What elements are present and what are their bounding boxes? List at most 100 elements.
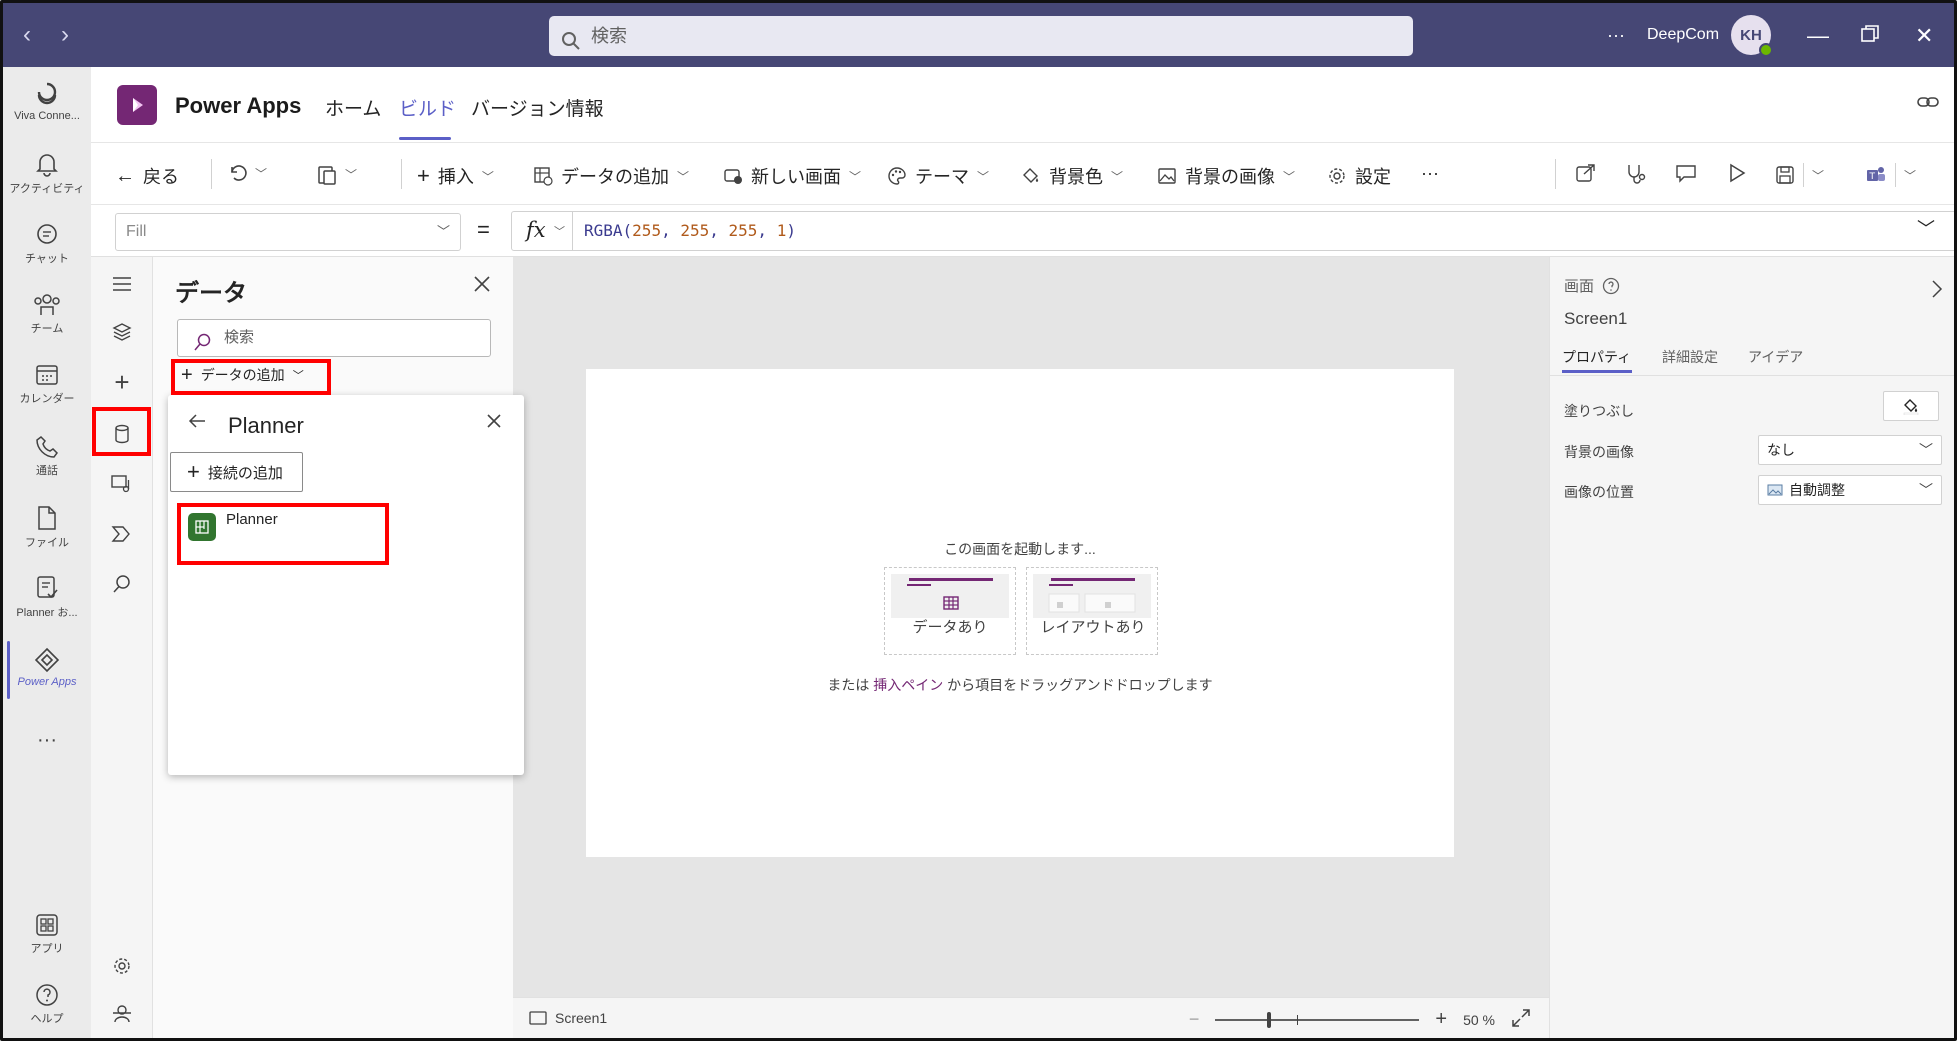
divider	[1555, 159, 1556, 189]
save-button[interactable]: ﹀	[1775, 163, 1824, 187]
arrow-left-icon: ←	[115, 164, 135, 187]
preview-play-icon[interactable]	[1727, 163, 1747, 183]
close-window-icon[interactable]: ✕	[1915, 23, 1933, 49]
org-name[interactable]: DeepCom	[1647, 3, 1719, 67]
paste-button[interactable]: ﹀	[317, 163, 357, 185]
screen-selector[interactable]: Screen1	[529, 1010, 607, 1026]
template-with-data[interactable]: データあり	[884, 567, 1016, 655]
chevron-down-icon[interactable]: ﹀	[554, 223, 565, 239]
zoom-slider-thumb[interactable]	[1267, 1011, 1272, 1028]
rail-item-planner[interactable]: Planner お...	[3, 575, 91, 620]
rail-item-apps[interactable]: アプリ	[3, 913, 91, 956]
rail-item-help[interactable]: ヘルプ	[3, 983, 91, 1026]
image-position-dropdown[interactable]: 自動調整 ﹀	[1758, 475, 1942, 505]
publish-dropdown-icon[interactable]: ﹀	[1904, 167, 1916, 184]
search-icon[interactable]	[109, 571, 135, 597]
global-search-input[interactable]: 検索	[549, 16, 1413, 56]
command-bar: ← 戻る ﹀ ﹀ + 挿入 ﹀ データの追加 ﹀ 新しい画面 ﹀ テーマ ﹀ 背景色	[91, 143, 1954, 205]
paste-dropdown-icon[interactable]: ﹀	[345, 166, 357, 183]
settings-button[interactable]: 設定	[1327, 163, 1391, 189]
screen-canvas[interactable]: この画面を起動します... データあり レイアウトあり または 挿入ペイン から…	[586, 369, 1454, 857]
palette-icon	[888, 167, 906, 185]
settings-gear-icon[interactable]	[109, 953, 135, 979]
svg-text:T: T	[1869, 172, 1876, 182]
restore-icon[interactable]	[1861, 23, 1879, 49]
undo-dropdown-icon[interactable]: ﹀	[255, 165, 267, 182]
link-icon[interactable]	[1917, 93, 1939, 115]
zoom-slider[interactable]	[1215, 1010, 1420, 1030]
formula-input[interactable]: fx ﹀ RGBA(255, 255, 255, 1)	[511, 211, 1954, 251]
background-color-button[interactable]: 背景色 ﹀	[1021, 163, 1123, 189]
rail-item-calendar[interactable]: カレンダー	[3, 363, 91, 406]
tab-home[interactable]: ホーム	[325, 94, 381, 121]
app-checker-icon[interactable]	[1625, 163, 1647, 185]
chevron-down-icon: ﹀	[1919, 482, 1933, 498]
rail-more-apps[interactable]: ···	[3, 729, 91, 752]
planner-connector-item[interactable]: Planner	[188, 511, 378, 551]
rail-item-chat[interactable]: チャット	[3, 223, 91, 266]
add-connection-button[interactable]: + 接続の追加	[170, 452, 303, 492]
insert-pane-link[interactable]: 挿入ペイン	[873, 677, 943, 693]
rail-item-files[interactable]: ファイル	[3, 505, 91, 550]
rail-item-power-apps[interactable]: Power Apps	[3, 641, 91, 699]
share-icon[interactable]	[1575, 163, 1597, 183]
zoom-out-button[interactable]: −	[1189, 1009, 1200, 1030]
undo-button[interactable]: ﹀	[227, 163, 267, 183]
fit-to-window-icon[interactable]	[1511, 1008, 1531, 1031]
tab-properties[interactable]: プロパティ	[1562, 347, 1631, 367]
tab-advanced[interactable]: 詳細設定	[1662, 347, 1718, 367]
rail-item-teams[interactable]: チーム	[3, 293, 91, 336]
data-cylinder-icon[interactable]	[109, 421, 135, 447]
image-position-label: 画像の位置	[1564, 484, 1634, 500]
template-with-layout[interactable]: レイアウトあり	[1026, 567, 1158, 655]
more-commands-button[interactable]: ···	[1421, 163, 1439, 184]
property-select[interactable]: Fill ﹀	[115, 213, 461, 251]
background-image-button[interactable]: 背景の画像 ﹀	[1157, 163, 1295, 189]
fill-label: 塗りつぶし	[1564, 403, 1635, 419]
insert-plus-icon[interactable]: +	[109, 367, 135, 397]
power-automate-icon[interactable]	[109, 521, 135, 547]
tab-ideas[interactable]: アイデア	[1748, 347, 1803, 367]
more-options-button[interactable]: ···	[1607, 3, 1625, 67]
comment-icon[interactable]	[1675, 163, 1697, 183]
image-fit-icon	[1767, 484, 1783, 496]
avatar[interactable]: KH	[1731, 3, 1773, 67]
virtual-agent-icon[interactable]	[109, 1001, 135, 1027]
forward-nav-icon[interactable]: ›	[61, 21, 69, 49]
back-button[interactable]: ← 戻る	[115, 163, 179, 189]
fx-icon[interactable]: fx	[526, 218, 546, 242]
chevron-right-icon[interactable]	[1931, 279, 1943, 303]
table-icon	[943, 596, 959, 610]
phone-icon	[36, 436, 58, 458]
zoom-in-button[interactable]: +	[1435, 1008, 1447, 1031]
bg-image-dropdown[interactable]: なし ﹀	[1758, 435, 1942, 465]
formula-text[interactable]: RGBA(255, 255, 255, 1)	[584, 221, 796, 240]
new-screen-button[interactable]: 新しい画面 ﹀	[723, 163, 861, 189]
power-apps-icon	[34, 647, 60, 673]
close-icon[interactable]	[473, 275, 491, 297]
media-icon[interactable]	[109, 471, 135, 497]
back-nav-icon[interactable]: ‹	[23, 21, 31, 49]
rail-item-calls[interactable]: 通話	[3, 435, 91, 478]
canvas-area: この画面を起動します... データあり レイアウトあり または 挿入ペイン から…	[513, 257, 1549, 997]
arrow-left-icon[interactable]	[188, 413, 206, 433]
add-data-button[interactable]: + データの追加 ﹀	[175, 361, 310, 389]
help-icon[interactable]	[1602, 277, 1620, 295]
save-dropdown-icon[interactable]: ﹀	[1812, 167, 1824, 184]
theme-button[interactable]: テーマ ﹀	[887, 163, 989, 189]
minimize-icon[interactable]: —	[1807, 23, 1829, 49]
publish-teams-button[interactable]: T ﹀	[1865, 163, 1916, 187]
tab-build[interactable]: ビルド	[399, 94, 456, 121]
close-icon[interactable]	[486, 413, 502, 433]
add-data-button[interactable]: データの追加 ﹀	[533, 163, 689, 189]
expand-formula-icon[interactable]: ﹀	[1917, 215, 1935, 241]
data-search-input[interactable]: 検索	[177, 319, 491, 357]
hamburger-menu-icon[interactable]	[109, 271, 135, 297]
insert-button[interactable]: + 挿入 ﹀	[417, 163, 494, 189]
rail-item-activity[interactable]: アクティビティ	[3, 151, 91, 196]
tree-view-layers-icon[interactable]	[109, 319, 135, 345]
formula-bar: Fill ﹀ = fx ﹀ RGBA(255, 255, 255, 1)	[91, 205, 1954, 257]
fill-color-picker[interactable]	[1883, 391, 1939, 421]
rail-item-viva-connections[interactable]: Viva Conne...	[3, 81, 91, 122]
tab-about[interactable]: バージョン情報	[471, 94, 604, 121]
